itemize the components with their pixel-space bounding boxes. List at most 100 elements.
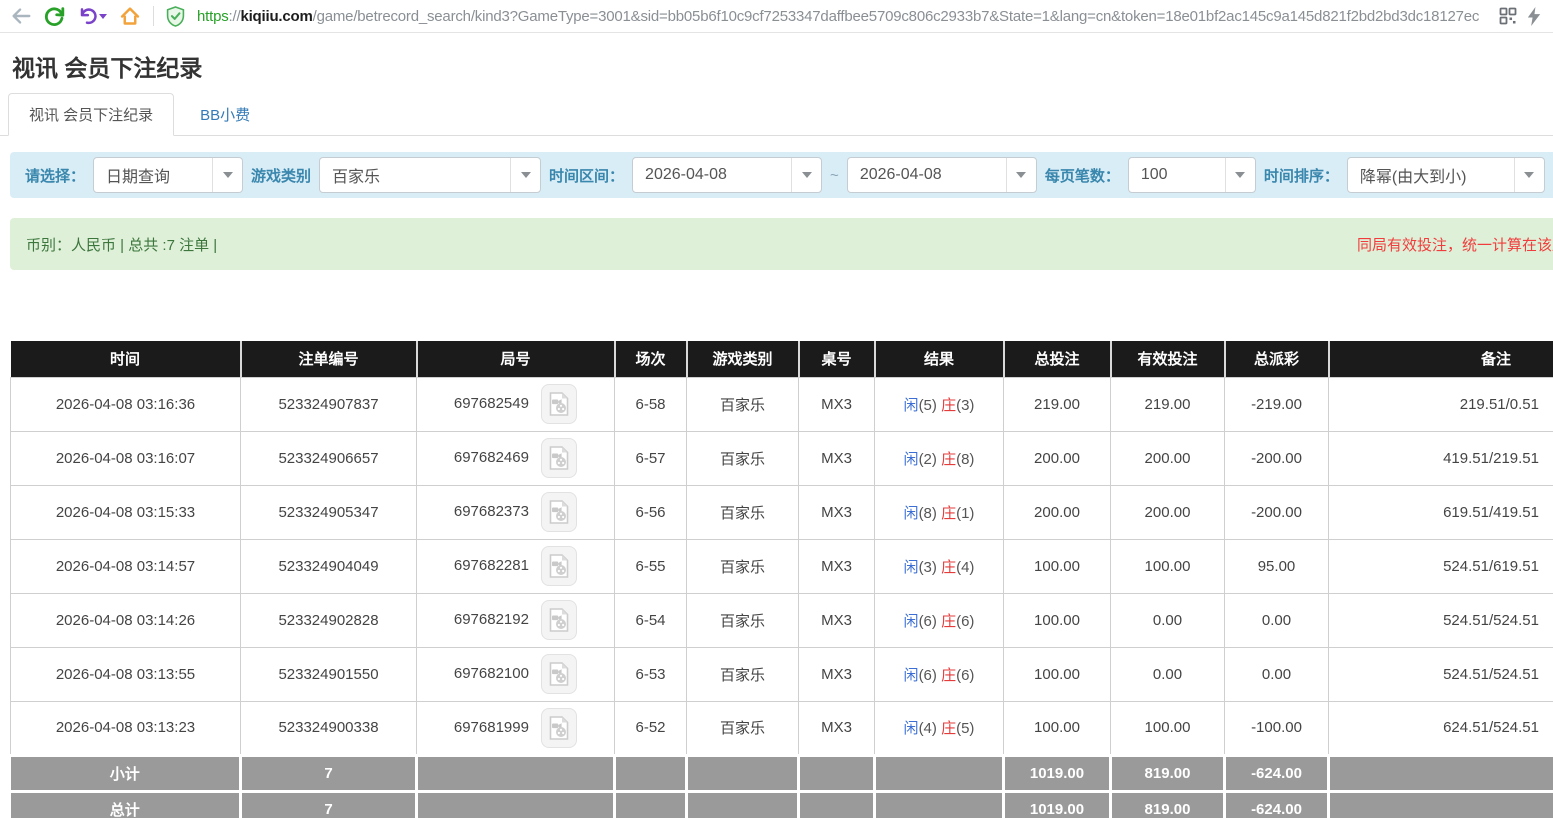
sort-order-value: 降幂(由大到小)	[1348, 163, 1514, 187]
header-valid-bet: 有效投注	[1111, 341, 1225, 377]
cell-note: 219.51/0.51	[1329, 377, 1553, 431]
cell-session: 6-52	[615, 701, 687, 755]
cell-result: 闲(3) 庄(4)	[875, 539, 1004, 593]
cell-round: 697682192	[417, 593, 615, 647]
subtotal-payout: -624.00	[1225, 755, 1329, 791]
refresh-icon[interactable]	[44, 6, 65, 27]
result-player: 闲	[904, 559, 919, 576]
result-banker: 庄	[941, 505, 956, 522]
video-replay-button[interactable]	[541, 438, 577, 478]
chevron-down-icon[interactable]	[1514, 158, 1544, 192]
time-range-label: 时间区间：	[549, 165, 624, 186]
lightning-icon[interactable]	[1527, 7, 1541, 26]
game-type-select[interactable]: 百家乐	[319, 157, 541, 193]
total-payout: -624.00	[1225, 791, 1329, 818]
result-player: 闲	[904, 505, 919, 522]
query-mode-select[interactable]: 日期查询	[93, 157, 243, 193]
cell-note: 419.51/219.51	[1329, 431, 1553, 485]
header-payout: 总派彩	[1225, 341, 1329, 377]
url-scheme: https	[197, 8, 229, 25]
subtotal-label: 小计	[11, 755, 241, 791]
result-player: 闲	[904, 451, 919, 468]
video-file-icon	[549, 446, 569, 470]
sort-order-label: 时间排序：	[1264, 165, 1339, 186]
url-path: /game/betrecord_search/kind3?GameType=30…	[313, 8, 1480, 25]
cell-time: 2026-04-08 03:14:57	[11, 539, 241, 593]
table-row: 2026-04-08 03:14:57 523324904049 6976822…	[11, 539, 1553, 593]
video-replay-button[interactable]	[541, 654, 577, 694]
url-domain: kiqiiu.com	[240, 8, 312, 25]
cell-bet-id: 523324900338	[241, 701, 417, 755]
qr-code-icon[interactable]	[1499, 7, 1517, 25]
shield-icon[interactable]	[166, 6, 185, 27]
cell-valid-bet: 219.00	[1111, 377, 1225, 431]
query-mode-label: 请选择：	[25, 165, 85, 186]
undo-icon[interactable]	[77, 6, 107, 26]
cell-time: 2026-04-08 03:13:55	[11, 647, 241, 701]
table-body: 2026-04-08 03:16:36 523324907837 6976825…	[11, 377, 1553, 755]
tab-bet-records[interactable]: 视讯 会员下注纪录	[8, 93, 174, 136]
undo-dropdown-caret[interactable]	[99, 14, 107, 19]
per-page-select[interactable]: 100	[1128, 157, 1256, 193]
video-file-icon	[549, 554, 569, 578]
cell-bet-id: 523324906657	[241, 431, 417, 485]
video-replay-button[interactable]	[541, 600, 577, 640]
round-number: 697682373	[454, 503, 529, 520]
chevron-down-icon[interactable]	[1225, 158, 1255, 192]
per-page-label: 每页笔数：	[1045, 165, 1120, 186]
back-icon[interactable]	[10, 6, 32, 26]
header-time: 时间	[11, 341, 241, 377]
cell-table-no: MX3	[799, 485, 875, 539]
cell-session: 6-56	[615, 485, 687, 539]
table-row: 2026-04-08 03:15:33 523324905347 6976823…	[11, 485, 1553, 539]
result-banker-score: (1)	[956, 505, 974, 522]
cell-round: 697681999	[417, 701, 615, 755]
cell-game-type: 百家乐	[687, 539, 799, 593]
result-banker: 庄	[941, 451, 956, 468]
chevron-down-icon[interactable]	[791, 158, 821, 192]
result-banker-score: (8)	[956, 451, 974, 468]
table-row: 2026-04-08 03:13:23 523324900338 6976819…	[11, 701, 1553, 755]
cell-bet-id: 523324905347	[241, 485, 417, 539]
cell-table-no: MX3	[799, 431, 875, 485]
table-row: 2026-04-08 03:14:26 523324902828 6976821…	[11, 593, 1553, 647]
summary-bar: 币别：人民币 | 总共 :7 注单 | 同局有效投注，统一计算在该局	[10, 218, 1553, 270]
chevron-down-icon[interactable]	[510, 158, 540, 192]
video-replay-button[interactable]	[541, 492, 577, 532]
cell-round: 697682100	[417, 647, 615, 701]
round-number: 697682100	[454, 665, 529, 682]
game-type-label: 游戏类别	[251, 165, 311, 186]
same-round-notice: 同局有效投注，统一计算在该局	[1357, 234, 1553, 255]
cell-payout: 0.00	[1225, 647, 1329, 701]
round-number: 697682549	[454, 395, 529, 412]
cell-payout: -219.00	[1225, 377, 1329, 431]
cell-payout: 95.00	[1225, 539, 1329, 593]
video-replay-button[interactable]	[541, 384, 577, 424]
bet-records-table: 时间 注单编号 局号 场次 游戏类别 桌号 结果 总投注 有效投注 总派彩 备注…	[10, 341, 1553, 818]
cell-bet-id: 523324907837	[241, 377, 417, 431]
chevron-down-icon[interactable]	[1006, 158, 1036, 192]
video-replay-button[interactable]	[541, 546, 577, 586]
result-player: 闲	[904, 613, 919, 630]
header-bet-id: 注单编号	[241, 341, 417, 377]
result-banker-score: (5)	[956, 720, 974, 737]
cell-bet-id: 523324904049	[241, 539, 417, 593]
result-player: 闲	[904, 720, 919, 737]
subtotal-total-bet: 1019.00	[1004, 755, 1111, 791]
cell-valid-bet: 200.00	[1111, 485, 1225, 539]
result-player-score: (8)	[919, 505, 937, 522]
result-player-score: (4)	[919, 720, 937, 737]
tab-bb-tips[interactable]: BB小费	[174, 94, 276, 135]
cell-session: 6-53	[615, 647, 687, 701]
sort-order-select[interactable]: 降幂(由大到小)	[1347, 157, 1545, 193]
cell-time: 2026-04-08 03:16:36	[11, 377, 241, 431]
address-bar[interactable]: https://kiqiiu.com/game/betrecord_search…	[197, 8, 1487, 25]
subtotal-count: 7	[241, 755, 417, 791]
video-file-icon	[549, 392, 569, 416]
home-icon[interactable]	[119, 6, 141, 27]
date-from-select[interactable]: 2026-04-08	[632, 157, 822, 193]
header-session: 场次	[615, 341, 687, 377]
video-replay-button[interactable]	[541, 708, 577, 748]
chevron-down-icon[interactable]	[212, 158, 242, 192]
date-to-select[interactable]: 2026-04-08	[847, 157, 1037, 193]
